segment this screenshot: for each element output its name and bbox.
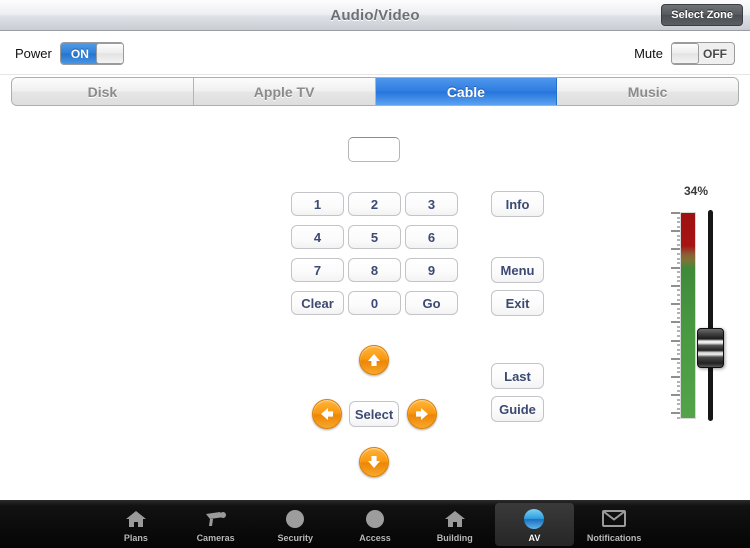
- envelope-icon: [602, 507, 627, 531]
- mute-toggle-off-text: OFF: [703, 46, 727, 61]
- tab-access-label: Access: [359, 532, 391, 543]
- power-label: Power: [15, 46, 52, 61]
- key-6[interactable]: 6: [405, 225, 458, 249]
- tab-cameras-label: Cameras: [196, 532, 235, 543]
- bottom-tab-bar: Plans Cameras Security Access Building A…: [0, 500, 750, 548]
- key-0[interactable]: 0: [348, 291, 401, 315]
- button-guide[interactable]: Guide: [491, 396, 544, 422]
- key-3[interactable]: 3: [405, 192, 458, 216]
- power-toggle[interactable]: ON: [59, 42, 124, 65]
- left-arrow-icon: [321, 408, 333, 420]
- down-arrow-icon: [368, 456, 380, 468]
- dpad-right-button[interactable]: [407, 399, 437, 429]
- mute-toggle[interactable]: OFF: [671, 42, 735, 65]
- volume-level-meter: [680, 212, 696, 419]
- tab-notifications[interactable]: Notifications: [574, 503, 654, 546]
- av-sphere-icon: [522, 507, 546, 531]
- tab-av[interactable]: AV: [494, 503, 575, 546]
- source-tab-cable[interactable]: Cable: [375, 78, 558, 105]
- key-9[interactable]: 9: [405, 258, 458, 282]
- tab-av-label: AV: [528, 532, 541, 543]
- key-4[interactable]: 4: [291, 225, 344, 249]
- tab-building-label: Building: [436, 532, 473, 543]
- camera-icon: [204, 507, 228, 531]
- button-info[interactable]: Info: [491, 191, 544, 217]
- mute-label: Mute: [634, 46, 663, 61]
- key-7[interactable]: 7: [291, 258, 344, 282]
- tab-security-label: Security: [277, 532, 314, 543]
- source-segmented-control[interactable]: Disk Apple TV Cable Music: [11, 77, 739, 106]
- tab-plans[interactable]: Plans: [96, 503, 176, 546]
- dpad-left-button[interactable]: [312, 399, 342, 429]
- titlebar: Audio/Video Select Zone: [0, 0, 750, 31]
- select-zone-button[interactable]: Select Zone: [661, 4, 743, 26]
- power-toggle-knob: [95, 43, 123, 64]
- mute-toggle-knob: [672, 43, 699, 64]
- source-tab-disk[interactable]: Disk: [12, 78, 194, 105]
- button-last[interactable]: Last: [491, 363, 544, 389]
- up-arrow-icon: [368, 354, 380, 366]
- volume-slider-track[interactable]: [708, 210, 713, 421]
- power-toggle-on-text: ON: [60, 43, 99, 64]
- volume-percent-label: 34%: [683, 184, 709, 198]
- tab-building[interactable]: Building: [415, 503, 495, 546]
- control-row: Power ON Mute OFF: [0, 31, 750, 95]
- dpad-down-button[interactable]: [359, 447, 389, 477]
- key-clear[interactable]: Clear: [291, 291, 344, 315]
- tab-security[interactable]: Security: [255, 503, 335, 546]
- button-exit[interactable]: Exit: [491, 290, 544, 316]
- house-icon: [443, 507, 467, 531]
- dpad-up-button[interactable]: [359, 345, 389, 375]
- remote-panel: 1 2 3 4 5 6 7 8 9 Clear 0 Go Info Menu E…: [0, 106, 750, 501]
- key-5[interactable]: 5: [348, 225, 401, 249]
- volume-control: 34%: [656, 106, 736, 436]
- house-icon: [124, 507, 148, 531]
- circle-icon: [283, 507, 307, 531]
- source-tab-apple-tv[interactable]: Apple TV: [193, 78, 376, 105]
- circle-icon: [363, 507, 387, 531]
- av-remote-screen: Audio/Video Select Zone Power ON Mute OF…: [0, 0, 750, 548]
- tab-notifications-label: Notifications: [586, 532, 642, 543]
- source-tab-music[interactable]: Music: [557, 78, 738, 105]
- tab-plans-label: Plans: [123, 532, 148, 543]
- power-control: Power ON: [15, 42, 124, 65]
- tab-access[interactable]: Access: [335, 503, 415, 546]
- key-2[interactable]: 2: [348, 192, 401, 216]
- page-title: Audio/Video: [330, 6, 420, 24]
- dpad-select-button[interactable]: Select: [349, 401, 399, 427]
- mute-control: Mute OFF: [634, 42, 735, 65]
- tab-cameras[interactable]: Cameras: [176, 503, 256, 546]
- button-menu[interactable]: Menu: [491, 257, 544, 283]
- volume-slider-handle[interactable]: [697, 328, 724, 368]
- right-arrow-icon: [416, 408, 428, 420]
- key-go[interactable]: Go: [405, 291, 458, 315]
- key-8[interactable]: 8: [348, 258, 401, 282]
- key-1[interactable]: 1: [291, 192, 344, 216]
- channel-display-field[interactable]: [348, 137, 400, 162]
